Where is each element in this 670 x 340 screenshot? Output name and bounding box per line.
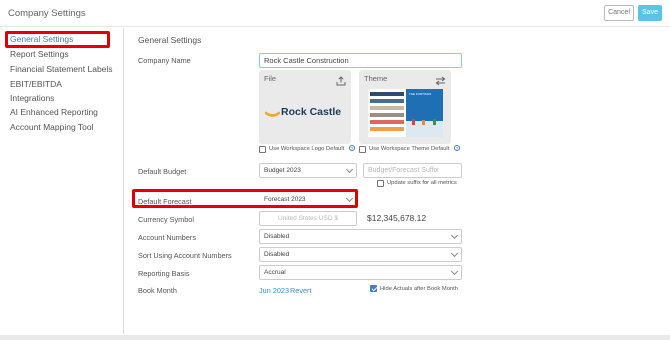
book-month-link[interactable]: Jun 2023	[259, 286, 289, 295]
account-numbers-select[interactable]: Disabled	[259, 229, 462, 244]
currency-symbol-placeholder: United States USD $	[278, 215, 338, 222]
chevron-down-icon	[450, 231, 459, 240]
company-name-input[interactable]: Rock Castle Construction	[259, 53, 462, 68]
sidebar-item-financial-statement-labels[interactable]: Financial Statement Labels	[10, 64, 113, 74]
reporting-basis-label: Reporting Basis	[138, 269, 190, 278]
sidebar-item-account-mapping-tool[interactable]: Account Mapping Tool	[10, 122, 93, 132]
highlight-default-forecast	[132, 189, 358, 208]
sidebar-item-integrations[interactable]: Integrations	[10, 93, 54, 103]
company-logo: Rock Castle	[265, 106, 347, 120]
section-title: General Settings	[138, 35, 202, 45]
theme-preview-title: THE FORTISON	[409, 92, 432, 96]
hide-actuals-checkbox[interactable]	[370, 285, 377, 292]
theme-preview-image: THE FORTISON	[406, 89, 443, 137]
settings-main: General Settings Company Name Rock Castl…	[125, 28, 670, 334]
reporting-basis-value: Accrual	[264, 269, 286, 276]
save-button[interactable]: Save	[638, 5, 662, 21]
budget-suffix-input[interactable]: Budget/Forecast Suffix	[363, 163, 462, 178]
chevron-down-icon	[450, 249, 459, 258]
currency-symbol-input[interactable]: United States USD $	[259, 211, 357, 226]
sort-account-numbers-value: Disabled	[264, 251, 290, 258]
sort-account-numbers-label: Sort Using Account Numbers	[138, 251, 232, 260]
hide-actuals-label: Hide Actuals after Book Month	[380, 286, 458, 292]
reporting-basis-select[interactable]: Accrual	[259, 265, 462, 280]
use-theme-default-label: Use Workspace Theme Default	[369, 146, 450, 152]
theme-panel[interactable]: Theme THE FORTISON	[359, 70, 451, 144]
default-budget-value: Budget 2023	[264, 167, 301, 174]
help-icon[interactable]: ?	[454, 145, 460, 151]
default-budget-select[interactable]: Budget 2023	[259, 163, 357, 178]
update-suffix-label: Update suffix for all metrics	[387, 180, 457, 186]
use-logo-default-label: Use Workspace Logo Default	[269, 146, 345, 152]
company-name-label: Company Name	[138, 56, 191, 65]
page-title: Company Settings	[8, 8, 86, 19]
default-budget-label: Default Budget	[138, 167, 187, 176]
highlight-general-settings	[5, 31, 110, 48]
help-icon[interactable]: ?	[349, 145, 355, 151]
use-theme-default-checkbox[interactable]	[359, 146, 366, 153]
currency-symbol-label: Currency Symbol	[138, 215, 194, 224]
theme-panel-label: Theme	[364, 74, 388, 83]
top-bar: Company Settings Cancel Save	[0, 0, 670, 27]
budget-suffix-placeholder: Budget/Forecast Suffix	[368, 167, 439, 174]
cancel-button[interactable]: Cancel	[604, 5, 634, 21]
sort-account-numbers-select[interactable]: Disabled	[259, 247, 462, 262]
theme-preview: THE FORTISON	[368, 89, 443, 137]
currency-example: $12,345,678.12	[367, 213, 427, 223]
upload-icon[interactable]	[336, 73, 346, 91]
chevron-down-icon	[345, 165, 354, 174]
settings-window: Company Settings Cancel Save General Set…	[0, 0, 670, 335]
settings-sidebar: General Settings Report Settings Financi…	[0, 28, 124, 334]
logo-text: Rock Castle	[281, 106, 342, 118]
file-panel-label: File	[264, 74, 277, 83]
file-panel[interactable]: File Rock Castle	[259, 70, 351, 144]
sidebar-item-ebit-ebitda[interactable]: EBIT/EBITDA	[10, 79, 62, 89]
revert-link[interactable]: Revert	[290, 286, 312, 295]
sidebar-item-ai-enhanced-reporting[interactable]: AI Enhanced Reporting	[10, 107, 98, 117]
sidebar-item-report-settings[interactable]: Report Settings	[10, 49, 69, 59]
use-logo-default-checkbox[interactable]	[259, 146, 266, 153]
account-numbers-label: Account Numbers	[138, 233, 196, 242]
account-numbers-value: Disabled	[264, 233, 290, 240]
update-suffix-checkbox[interactable]	[377, 180, 384, 187]
book-month-label: Book Month	[138, 286, 177, 295]
chevron-down-icon	[450, 267, 459, 276]
